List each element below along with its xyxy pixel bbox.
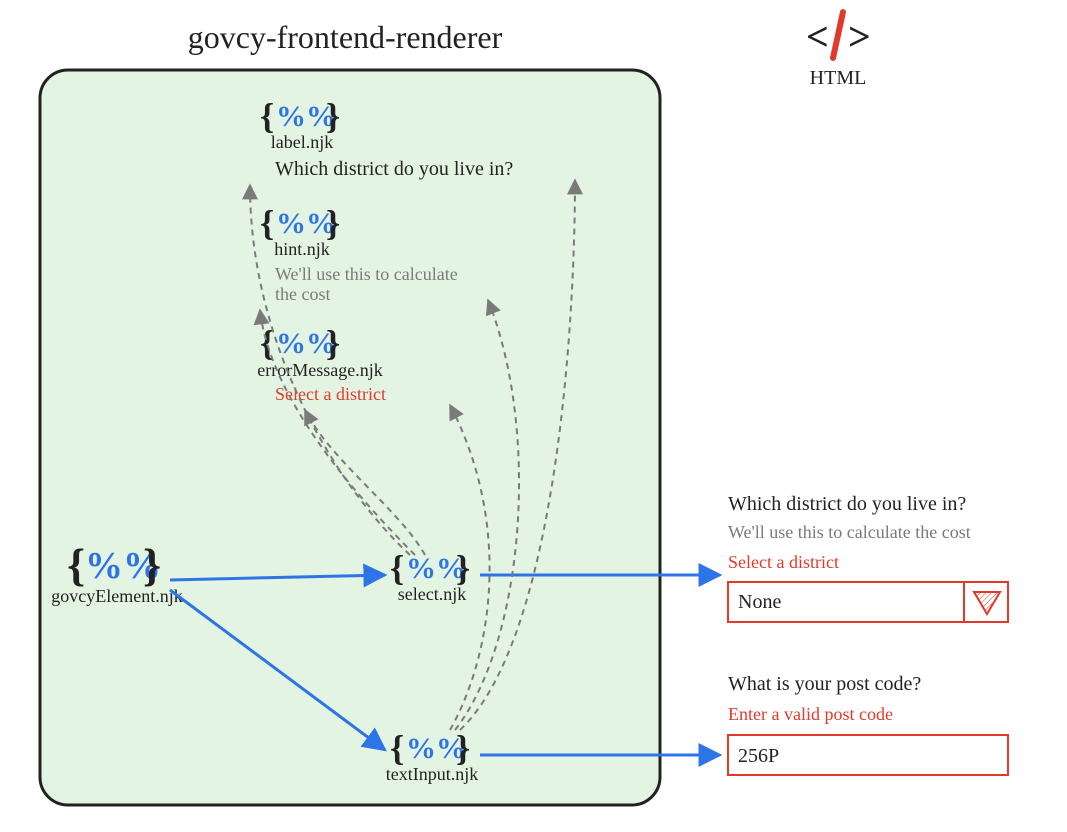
svg-text:select.njk: select.njk — [398, 584, 466, 604]
svg-text:{: { — [67, 539, 85, 590]
output-select-dropdown[interactable]: None — [728, 582, 1008, 622]
output-select-value: None — [738, 591, 781, 613]
html-icon: < > HTML — [806, 12, 871, 89]
svg-text:>: > — [848, 14, 871, 59]
output-select-error: Select a district — [728, 552, 839, 572]
output-textinput-field[interactable]: 256P — [728, 735, 1008, 775]
hint-sample-line2: the cost — [275, 284, 331, 304]
svg-text:Select a district: Select a district — [275, 384, 386, 404]
output-textinput-error: Enter a valid post code — [728, 704, 893, 724]
svg-text:{: { — [260, 96, 274, 136]
svg-text:}: } — [456, 728, 470, 768]
output-textinput-label: What is your post code? — [728, 673, 921, 695]
html-label: HTML — [810, 67, 867, 89]
svg-text:govcyElement.njk: govcyElement.njk — [51, 586, 182, 606]
svg-text:{: { — [390, 548, 404, 588]
svg-text:<: < — [806, 14, 829, 59]
output-select-hint: We'll use this to calculate the cost — [728, 522, 971, 542]
svg-text:label.njk: label.njk — [271, 132, 333, 152]
svg-text:{: { — [390, 728, 404, 768]
svg-text:Which district do you live in?: Which district do you live in? — [275, 158, 513, 180]
diagram-title: govcy-frontend-renderer — [188, 19, 503, 55]
svg-text:}: } — [326, 323, 340, 363]
svg-text:}: } — [326, 203, 340, 243]
svg-text:}: } — [143, 539, 161, 590]
svg-text:}: } — [456, 548, 470, 588]
output-textinput-value: 256P — [738, 745, 779, 767]
renderer-panel — [40, 70, 660, 805]
node-select-njk: { %% } select.njk — [390, 548, 470, 604]
hint-sample-line1: We'll use this to calculate — [275, 264, 458, 284]
svg-text:hint.njk: hint.njk — [274, 239, 330, 259]
output-textinput: What is your post code? Enter a valid po… — [728, 673, 1008, 775]
svg-text:}: } — [326, 96, 340, 136]
svg-text:textInput.njk: textInput.njk — [386, 764, 479, 784]
svg-text:{: { — [260, 203, 274, 243]
output-select: Which district do you live in? We'll use… — [728, 493, 1008, 622]
output-select-label: Which district do you live in? — [728, 493, 966, 515]
node-textinput-njk: { %% } textInput.njk — [386, 728, 479, 784]
